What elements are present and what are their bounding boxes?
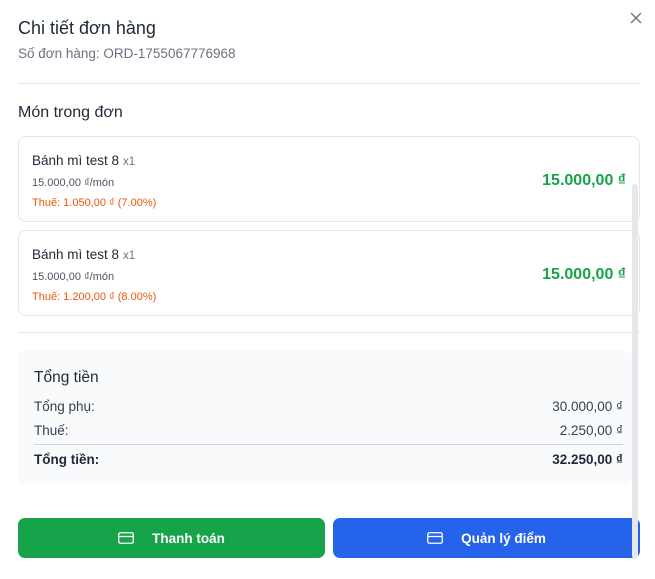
- total-value: 32.250,00 ₫: [552, 452, 623, 467]
- tax-label: Thuế:: [34, 423, 69, 438]
- item-tax: Thuế: 1.200,00 ₫ (8.00%): [32, 291, 157, 303]
- item-quantity: x1: [123, 250, 136, 262]
- scrollbar[interactable]: [632, 184, 638, 559]
- item-unit-price: 15.000,00 ₫/món: [32, 271, 115, 283]
- tax-row: Thuế: 2.250,00 ₫: [34, 422, 623, 440]
- item-total: 15.000,00 ₫: [542, 172, 626, 189]
- dialog-title: Chi tiết đơn hàng: [18, 18, 156, 38]
- close-button[interactable]: [627, 9, 645, 27]
- subtotal-value: 30.000,00 ₫: [552, 399, 623, 414]
- item-total: 15.000,00 ₫: [542, 266, 626, 283]
- order-item: Bánh mì test 8 x1 15.000,00 ₫/món Thuế: 1…: [18, 136, 640, 222]
- total-row: Tổng tiền: 32.250,00 ₫: [34, 451, 623, 469]
- dialog-header: Chi tiết đơn hàng Số đơn hàng: ORD-17550…: [18, 17, 615, 63]
- manage-points-button-label: Quản lý điểm: [461, 530, 546, 546]
- tax-value: 2.250,00 ₫: [559, 423, 623, 438]
- item-unit-price: 15.000,00 ₫/món: [32, 177, 115, 189]
- subtotal-label: Tổng phụ:: [34, 399, 95, 414]
- order-items-list: Bánh mì test 8 x1 15.000,00 ₫/món Thuế: 1…: [18, 136, 640, 316]
- total-label: Tổng tiền:: [34, 452, 100, 467]
- credit-card-icon: [118, 532, 135, 544]
- order-number: Số đơn hàng: ORD-1755067776968: [18, 46, 236, 61]
- item-name: Bánh mì test 8: [32, 247, 120, 262]
- items-divider: [18, 332, 640, 333]
- summary-title: Tổng tiền: [34, 369, 99, 386]
- item-name: Bánh mì test 8: [32, 153, 120, 168]
- header-divider: [18, 83, 640, 84]
- summary-divider: [34, 444, 623, 445]
- manage-points-button[interactable]: Quản lý điểm: [333, 518, 640, 558]
- order-summary: Tổng tiền Tổng phụ: 30.000,00 ₫ Thuế: 2.…: [18, 350, 632, 484]
- items-section-label: Món trong đơn: [18, 104, 123, 121]
- subtotal-row: Tổng phụ: 30.000,00 ₫: [34, 398, 623, 416]
- pay-button-label: Thanh toán: [152, 530, 225, 546]
- pay-button[interactable]: Thanh toán: [18, 518, 325, 558]
- close-icon: [630, 12, 642, 24]
- order-item: Bánh mì test 8 x1 15.000,00 ₫/món Thuế: 1…: [18, 230, 640, 316]
- item-quantity: x1: [123, 156, 136, 168]
- credit-card-icon: [427, 532, 444, 544]
- item-tax: Thuế: 1.050,00 ₫ (7.00%): [32, 197, 157, 209]
